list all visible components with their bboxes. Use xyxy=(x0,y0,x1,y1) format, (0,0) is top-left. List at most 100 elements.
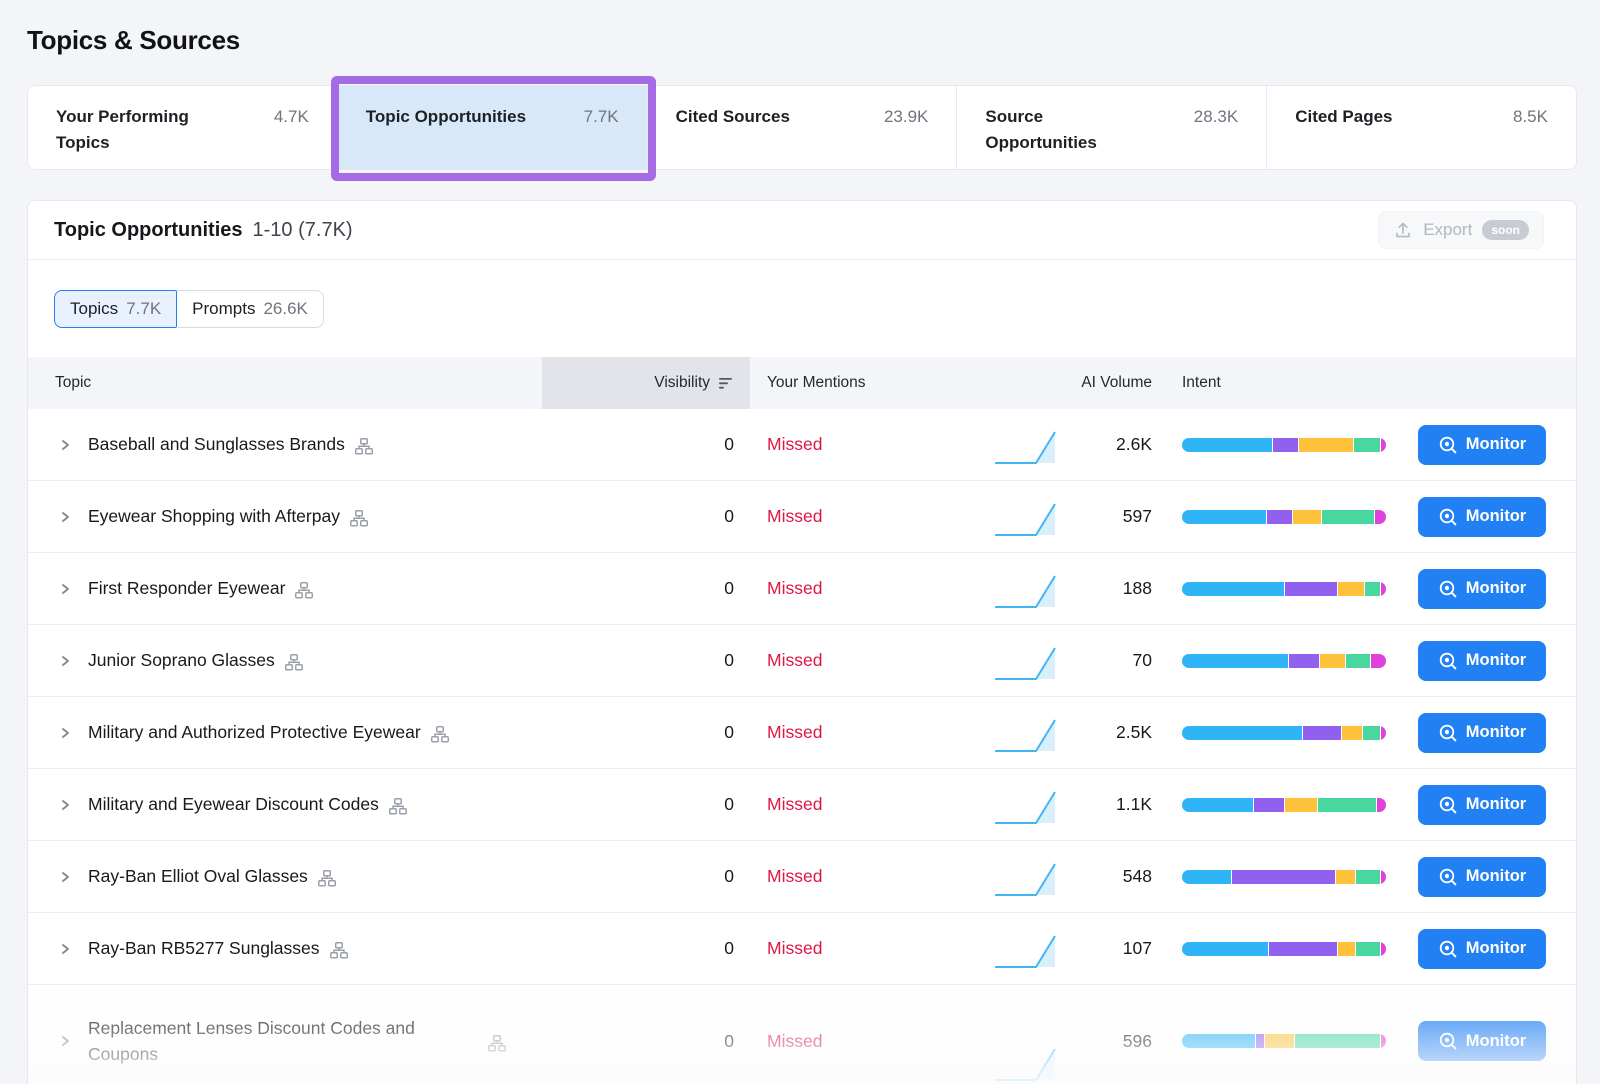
table-row: Replacement Lenses Discount Codes and Co… xyxy=(28,985,1576,1084)
tab-bar: Your Performing Topics 4.7K Topic Opport… xyxy=(27,85,1577,170)
monitor-button[interactable]: Monitor xyxy=(1418,929,1546,969)
topics-prompts-toggle: Topics 7.7K Prompts 26.6K xyxy=(54,290,324,328)
intent-segment xyxy=(1294,1034,1380,1048)
monitor-button[interactable]: Monitor xyxy=(1418,425,1546,465)
expand-chevron-icon[interactable] xyxy=(58,654,72,668)
intent-distribution-bar xyxy=(1182,438,1386,452)
mentions-status: Missed xyxy=(750,794,989,815)
expand-chevron-icon[interactable] xyxy=(58,582,72,596)
intent-segment xyxy=(1337,582,1364,596)
table-row: Military and Authorized Protective Eyewe… xyxy=(28,697,1576,769)
monitor-magnifier-icon xyxy=(1438,435,1458,455)
tab-cited-sources[interactable]: Cited Sources 23.9K xyxy=(647,86,957,169)
subtopics-sitemap-icon xyxy=(285,654,303,671)
tab-label: Cited Sources xyxy=(676,104,790,130)
tab-label: Your Performing Topics xyxy=(56,104,196,157)
monitor-magnifier-icon xyxy=(1438,723,1458,743)
visibility-value: 0 xyxy=(542,506,750,527)
monitor-magnifier-icon xyxy=(1438,651,1458,671)
monitor-magnifier-icon xyxy=(1438,939,1458,959)
expand-chevron-icon[interactable] xyxy=(58,798,72,812)
topic-name[interactable]: Eyewear Shopping with Afterpay xyxy=(88,503,340,529)
column-header-your-mentions: Your Mentions xyxy=(750,357,989,409)
expand-chevron-icon[interactable] xyxy=(58,942,72,956)
trend-sparkline xyxy=(989,913,1059,984)
tab-count: 28.3K xyxy=(1194,104,1238,130)
subtopics-sitemap-icon xyxy=(318,870,336,887)
mentions-status: Missed xyxy=(750,722,989,743)
table-row: Ray-Ban Elliot Oval Glasses 0 Missed 548 xyxy=(28,841,1576,913)
topic-name[interactable]: Baseball and Sunglasses Brands xyxy=(88,431,345,457)
subtopics-sitemap-icon xyxy=(488,1035,506,1052)
panel-result-range: 1-10 (7.7K) xyxy=(253,219,353,242)
intent-segment xyxy=(1292,510,1321,524)
intent-distribution-bar xyxy=(1182,1034,1386,1048)
monitor-button[interactable]: Monitor xyxy=(1418,1021,1546,1061)
visibility-value: 0 xyxy=(542,578,750,599)
subtopics-sitemap-icon xyxy=(295,582,313,599)
ai-volume-value: 2.5K xyxy=(1059,722,1152,743)
intent-segment xyxy=(1380,942,1386,956)
table-row: Eyewear Shopping with Afterpay 0 Missed … xyxy=(28,481,1576,553)
monitor-button[interactable]: Monitor xyxy=(1418,713,1546,753)
intent-segment xyxy=(1266,510,1293,524)
intent-segment xyxy=(1182,438,1272,452)
expand-chevron-icon[interactable] xyxy=(58,1034,72,1048)
intent-segment xyxy=(1380,438,1386,452)
monitor-label: Monitor xyxy=(1466,507,1526,526)
topic-name[interactable]: Military and Eyewear Discount Codes xyxy=(88,791,379,817)
mentions-status: Missed xyxy=(750,866,989,887)
trend-sparkline xyxy=(989,409,1059,480)
intent-segment xyxy=(1182,654,1288,668)
visibility-header-label: Visibility xyxy=(654,374,710,392)
visibility-value: 0 xyxy=(542,938,750,959)
intent-segment xyxy=(1376,798,1386,812)
monitor-button[interactable]: Monitor xyxy=(1418,569,1546,609)
tab-topic-opportunities[interactable]: Topic Opportunities 7.7K xyxy=(337,86,647,169)
intent-segment xyxy=(1319,654,1346,668)
intent-segment xyxy=(1272,438,1299,452)
toggle-topics[interactable]: Topics 7.7K xyxy=(54,290,177,328)
topic-name[interactable]: Military and Authorized Protective Eyewe… xyxy=(88,719,421,745)
table-body: Baseball and Sunglasses Brands 0 Missed … xyxy=(28,409,1576,1084)
ai-volume-value: 107 xyxy=(1059,938,1152,959)
column-header-visibility[interactable]: Visibility xyxy=(542,357,750,409)
expand-chevron-icon[interactable] xyxy=(58,726,72,740)
mentions-status: Missed xyxy=(750,434,989,455)
expand-chevron-icon[interactable] xyxy=(58,870,72,884)
topic-name[interactable]: Junior Soprano Glasses xyxy=(88,647,275,673)
intent-segment xyxy=(1182,870,1231,884)
intent-segment xyxy=(1182,942,1268,956)
intent-segment xyxy=(1182,582,1284,596)
monitor-magnifier-icon xyxy=(1438,795,1458,815)
intent-segment xyxy=(1255,1034,1263,1048)
export-button[interactable]: Export soon xyxy=(1378,211,1544,249)
topic-name[interactable]: First Responder Eyewear xyxy=(88,575,285,601)
mentions-status: Missed xyxy=(750,1031,989,1052)
intent-segment xyxy=(1355,942,1379,956)
intent-segment xyxy=(1370,654,1386,668)
table-row: Ray-Ban RB5277 Sunglasses 0 Missed 107 xyxy=(28,913,1576,985)
intent-segment xyxy=(1231,870,1335,884)
ai-volume-value: 596 xyxy=(1059,1031,1152,1052)
topic-name[interactable]: Ray-Ban RB5277 Sunglasses xyxy=(88,935,320,961)
monitor-button[interactable]: Monitor xyxy=(1418,497,1546,537)
monitor-button[interactable]: Monitor xyxy=(1418,785,1546,825)
soon-badge: soon xyxy=(1482,220,1529,240)
tab-cited-pages[interactable]: Cited Pages 8.5K xyxy=(1266,86,1576,169)
subtopics-sitemap-icon xyxy=(330,942,348,959)
monitor-button[interactable]: Monitor xyxy=(1418,857,1546,897)
monitor-button[interactable]: Monitor xyxy=(1418,641,1546,681)
intent-segment xyxy=(1374,510,1386,524)
tab-source-opportunities[interactable]: Source Opportunities 28.3K xyxy=(956,86,1266,169)
topic-name[interactable]: Ray-Ban Elliot Oval Glasses xyxy=(88,863,308,889)
monitor-label: Monitor xyxy=(1466,651,1526,670)
expand-chevron-icon[interactable] xyxy=(58,510,72,524)
tab-label: Topic Opportunities xyxy=(366,104,526,130)
ai-volume-value: 1.1K xyxy=(1059,794,1152,815)
expand-chevron-icon[interactable] xyxy=(58,438,72,452)
toggle-prompts[interactable]: Prompts 26.6K xyxy=(177,290,324,328)
tab-your-performing-topics[interactable]: Your Performing Topics 4.7K xyxy=(28,86,337,169)
topic-name[interactable]: Replacement Lenses Discount Codes and Co… xyxy=(88,1015,478,1068)
subtopics-sitemap-icon xyxy=(350,510,368,527)
